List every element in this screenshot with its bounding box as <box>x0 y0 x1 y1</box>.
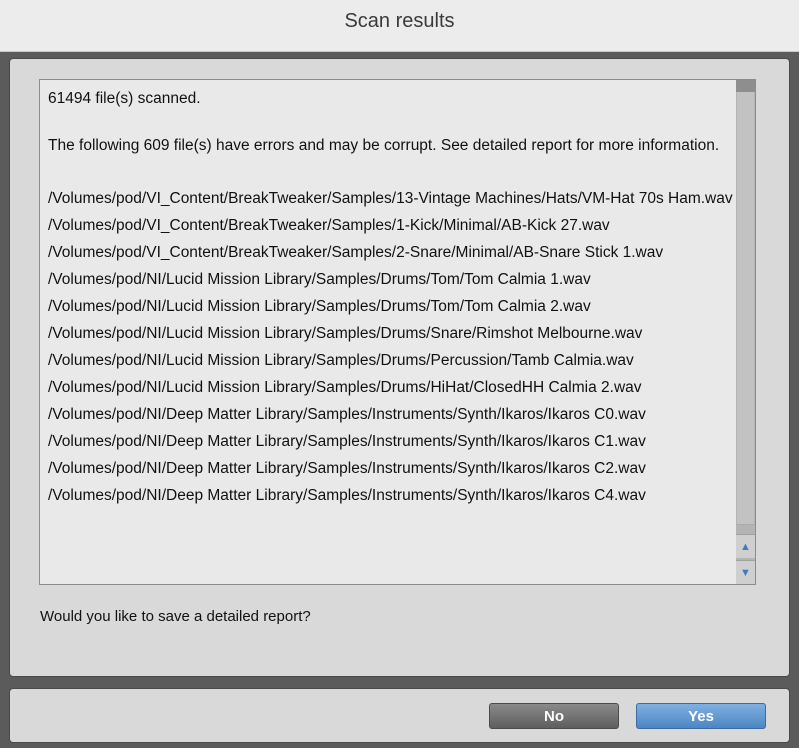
corrupt-file-path: /Volumes/pod/NI/Deep Matter Library/Samp… <box>48 487 646 504</box>
scroll-down-arrow-icon: ▼ <box>740 567 751 579</box>
corrupt-file-path: /Volumes/pod/VI_Content/BreakTweaker/Sam… <box>48 217 610 234</box>
corrupt-file-path: /Volumes/pod/NI/Lucid Mission Library/Sa… <box>48 379 642 396</box>
scan-results-dialog: Scan results 61494 file(s) scanned. The … <box>0 0 799 748</box>
corrupt-file-path: /Volumes/pod/VI_Content/BreakTweaker/Sam… <box>48 190 733 207</box>
corrupt-file-path: /Volumes/pod/NI/Lucid Mission Library/Sa… <box>48 325 643 342</box>
scroll-up-button[interactable]: ▲ <box>736 534 755 558</box>
corrupt-file-path: /Volumes/pod/NI/Deep Matter Library/Samp… <box>48 460 646 477</box>
scroll-down-button[interactable]: ▼ <box>736 560 755 584</box>
scrollbar-thumb[interactable] <box>737 92 754 525</box>
title-bar: Scan results <box>0 0 799 52</box>
corrupt-file-path: /Volumes/pod/NI/Lucid Mission Library/Sa… <box>48 298 591 315</box>
dialog-title: Scan results <box>344 10 455 32</box>
corrupt-file-path: /Volumes/pod/NI/Deep Matter Library/Samp… <box>48 406 646 423</box>
save-report-question: Would you like to save a detailed report… <box>40 608 311 625</box>
error-message: The following 609 file(s) have errors an… <box>48 137 720 154</box>
corrupt-file-path: /Volumes/pod/VI_Content/BreakTweaker/Sam… <box>48 244 664 261</box>
results-content: 61494 file(s) scanned. The following 609… <box>48 89 738 513</box>
dialog-body: 61494 file(s) scanned. The following 609… <box>9 58 790 677</box>
yes-button[interactable]: Yes <box>636 703 766 729</box>
corrupt-file-path: /Volumes/pod/NI/Deep Matter Library/Samp… <box>48 433 646 450</box>
no-button[interactable]: No <box>489 703 619 729</box>
results-text-area[interactable]: 61494 file(s) scanned. The following 609… <box>39 79 756 585</box>
corrupt-file-path: /Volumes/pod/NI/Lucid Mission Library/Sa… <box>48 271 591 288</box>
button-bar: No Yes <box>9 688 790 743</box>
scan-summary: 61494 file(s) scanned. <box>48 90 201 107</box>
scroll-up-arrow-icon: ▲ <box>740 541 751 553</box>
vertical-scrollbar[interactable]: ▲ ▼ <box>736 80 755 584</box>
scrollbar-top-cap <box>736 80 755 92</box>
corrupt-file-path: /Volumes/pod/NI/Lucid Mission Library/Sa… <box>48 352 634 369</box>
